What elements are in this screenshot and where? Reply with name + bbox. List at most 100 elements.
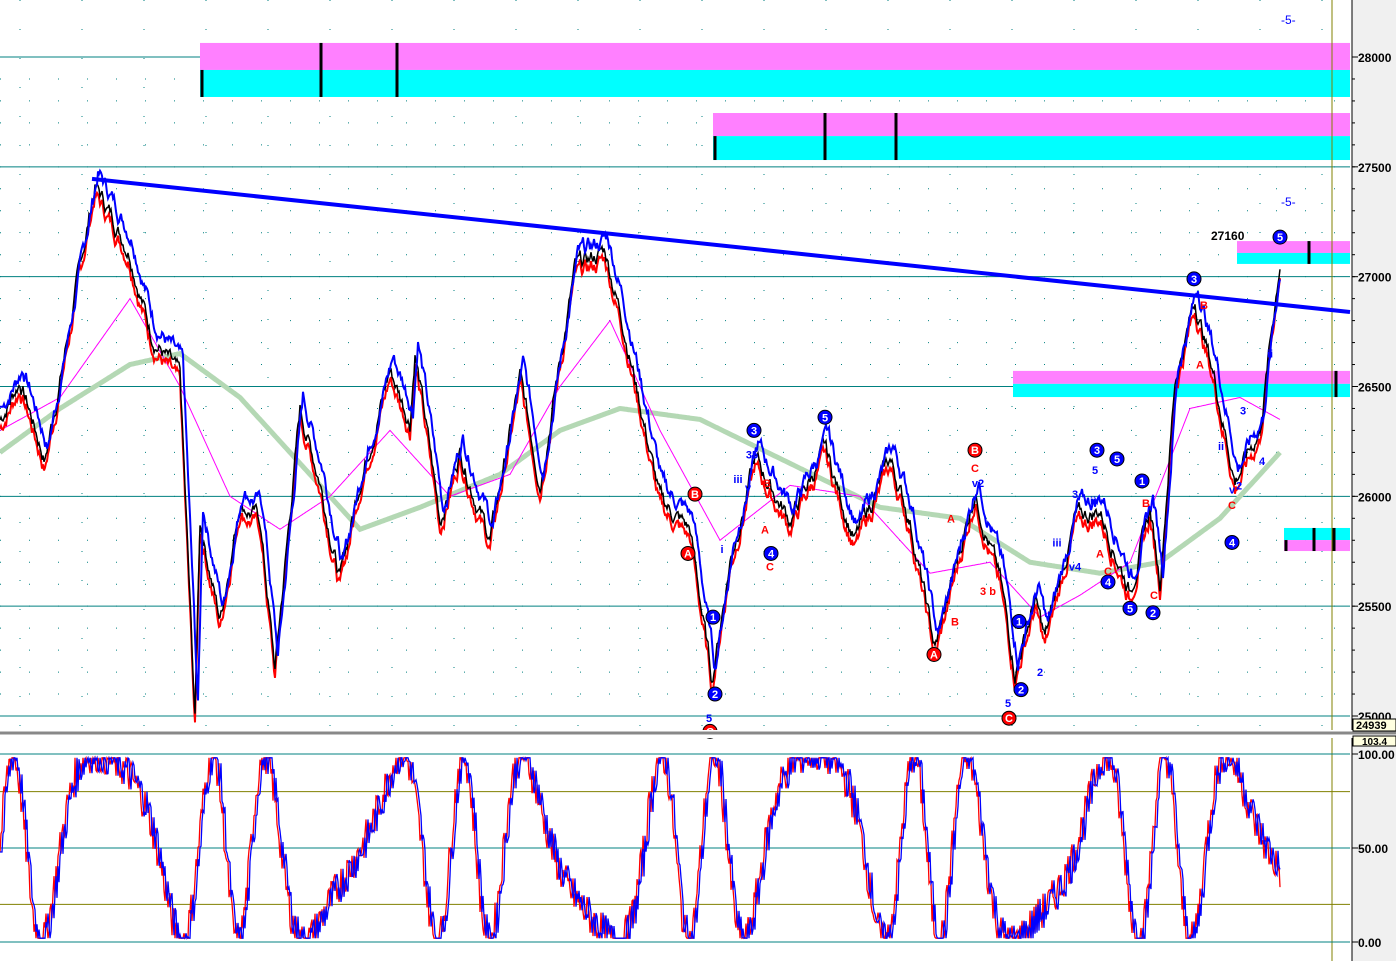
wave-label: A: [680, 545, 696, 561]
wave-text: C: [971, 463, 979, 475]
wave-label: 1: [1134, 473, 1150, 489]
wave-text: v: [745, 483, 752, 495]
zone-upper: [200, 42, 1350, 70]
wave-text: 3: [1072, 489, 1078, 501]
wave-text: C: [1150, 590, 1158, 602]
last-osc-label: 103.4: [1362, 737, 1387, 748]
wave-text: B: [1200, 300, 1208, 312]
zone-upper: [1284, 527, 1350, 541]
wave-text: 1: [1139, 476, 1145, 488]
wave-label: v: [1229, 485, 1236, 497]
y-tick-label: 25500: [1358, 600, 1392, 614]
wave-label: 5: [1122, 600, 1138, 616]
y-tick-label: 26500: [1358, 381, 1392, 395]
wave-label: 1: [705, 609, 721, 625]
zone-lower: [713, 136, 1350, 161]
wave-label: iii: [1052, 537, 1061, 549]
wave-text: 3: [1094, 445, 1100, 457]
wave-text: 2: [1037, 667, 1043, 679]
wave-label: 5: [817, 409, 833, 425]
wave-label: 3: [1072, 489, 1078, 501]
wave-label: A: [1096, 548, 1104, 560]
wave-text: 3 b: [980, 586, 996, 598]
zone-upper: [1237, 241, 1350, 253]
chart-window: 28000 27500 27000 26500 26000 25500 25000 3 5 4 1 2…: [0, 0, 1396, 961]
wave-text: 5: [1005, 698, 1011, 710]
wave-label: 3: [1240, 406, 1246, 418]
wave-label: ii: [1090, 496, 1096, 508]
wave-label: B: [967, 442, 983, 458]
wave-text: A: [684, 548, 692, 560]
osc-y-tick-label: 100.00: [1358, 748, 1395, 762]
wave-label: A: [1196, 360, 1204, 372]
zone-lower: [200, 69, 1350, 97]
wave-text: C: [1005, 713, 1013, 725]
wave-text: 2: [1236, 480, 1242, 492]
wave-label: C: [766, 562, 774, 574]
wave-label: 5: [1005, 698, 1011, 710]
wave-label: B: [1142, 498, 1150, 510]
y-tick-label: 27000: [1358, 271, 1392, 285]
wave-label: 2: [1013, 682, 1029, 698]
osc-y-tick-label: 50.00: [1358, 842, 1388, 856]
wave-label: 3 b: [980, 586, 996, 598]
wave-text: 4: [1259, 456, 1266, 468]
wave-label: 2: [707, 686, 723, 702]
wave-label: C: [1150, 590, 1158, 602]
wave-label: A: [926, 646, 942, 662]
wave-label: i: [720, 544, 723, 556]
wave-text: A: [1096, 548, 1104, 560]
zone-lower: [1013, 383, 1350, 398]
y-tick-label: 28000: [1358, 51, 1392, 65]
wave-label: 1: [1011, 614, 1027, 630]
wave-label: 5: [1109, 451, 1125, 467]
y-tick-label: 26000: [1358, 490, 1392, 504]
osc-y-tick-label: 0.00: [1358, 936, 1382, 950]
wave-label: 2: [1145, 605, 1161, 621]
wave-text: B: [763, 478, 771, 490]
target-zone: [1237, 241, 1350, 264]
target-zone: [1013, 370, 1350, 398]
wave-label: 3: [1186, 271, 1202, 287]
wave-label: v: [745, 483, 752, 495]
wave-label: 5: [1272, 229, 1288, 245]
zone-upper: [713, 113, 1350, 137]
wave-label: 3: [1089, 442, 1105, 458]
wave-label: iii: [733, 474, 742, 486]
top-mark: -5-: [1281, 195, 1296, 209]
wave-text: 5: [706, 713, 712, 725]
wave-text: ii: [1218, 441, 1224, 453]
wave-label: 5: [1092, 465, 1098, 477]
wave-text: B: [951, 617, 959, 629]
wave-text: i: [720, 544, 723, 556]
zone-upper: [1013, 370, 1350, 384]
wave-label: 2: [1037, 667, 1043, 679]
wave-label: 35: [746, 450, 758, 462]
wave-text: B: [691, 489, 699, 501]
wave-text: A: [761, 524, 769, 536]
wave-text: 2: [1018, 685, 1024, 697]
wave-label: B: [687, 486, 703, 502]
price-chart[interactable]: 2800027500270002650026000255002500035412…: [0, 0, 1396, 961]
wave-text: 1: [1016, 617, 1022, 629]
wave-text: A: [1196, 360, 1204, 372]
wave-text: 5: [1114, 454, 1120, 466]
wave-label: C: [1104, 566, 1112, 578]
resistance-trendline: [91, 176, 1351, 315]
wave-text: 5: [1127, 603, 1133, 615]
wave-text: 35: [746, 450, 758, 462]
wave-text: B: [1142, 498, 1150, 510]
price-annotation: 27160: [1211, 229, 1245, 243]
wave-text: A: [930, 649, 938, 661]
wave-label: ii: [1218, 441, 1224, 453]
wave-text: 5: [1277, 232, 1283, 244]
wave-text: 5: [1092, 465, 1098, 477]
wave-label: C: [1228, 500, 1236, 512]
wave-label: ii: [1267, 349, 1273, 361]
target-zone: [1284, 527, 1350, 552]
wave-text: ii: [1267, 349, 1273, 361]
wave-text: v2: [972, 478, 984, 490]
wave-label: v2: [972, 478, 984, 490]
wave-text: 2: [712, 689, 718, 701]
price-series-black: [0, 182, 1281, 714]
